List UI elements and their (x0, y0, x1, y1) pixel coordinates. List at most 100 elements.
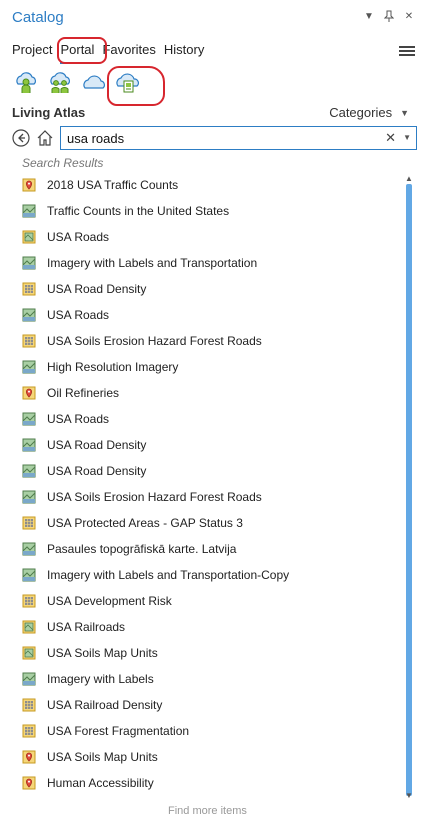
list-item-label: USA Road Density (47, 438, 147, 452)
home-icon[interactable] (36, 129, 54, 147)
catalog-tabs: Project Portal Favorites History (12, 42, 204, 64)
catalog-menu-icon[interactable] (399, 44, 415, 58)
list-item-label: USA Development Risk (47, 594, 172, 608)
my-groups-icon[interactable] (47, 70, 73, 96)
all-portal-icon[interactable] (81, 70, 107, 96)
list-item-label: High Resolution Imagery (47, 360, 179, 374)
list-item-label: USA Roads (47, 308, 110, 322)
list-item-label: 2018 USA Traffic Counts (47, 178, 179, 192)
list-item-label: Imagery with Labels and Transportation (47, 256, 258, 270)
web-map-icon (22, 308, 36, 322)
list-item-label: USA Roads (47, 230, 110, 244)
list-item[interactable]: USA Development Risk (22, 588, 172, 614)
tab-project[interactable]: Project (12, 42, 52, 64)
layer-package-icon (22, 386, 36, 400)
list-item[interactable]: USA Forest Fragmentation (22, 718, 189, 744)
scroll-down-icon[interactable]: ▼ (405, 791, 413, 800)
list-item[interactable]: USA Soils Map Units (22, 744, 158, 770)
panel-title: Catalog (12, 9, 64, 26)
list-item[interactable]: USA Road Density (22, 276, 146, 302)
list-item-label: Human Accessibility (47, 776, 154, 790)
list-item[interactable]: USA Road Density (22, 432, 146, 458)
list-item[interactable]: USA Roads (22, 302, 109, 328)
list-item-label: USA Forest Fragmentation (47, 724, 190, 738)
list-item-label: USA Road Density (47, 282, 147, 296)
list-item-label: USA Roads (47, 412, 110, 426)
tile-layer-icon (22, 334, 36, 348)
clear-search-icon[interactable]: ✕ (385, 130, 396, 146)
scroll-thumb[interactable] (406, 184, 412, 796)
layer-package-icon (22, 178, 36, 192)
tile-layer-icon (22, 724, 36, 738)
list-item-label: USA Soils Erosion Hazard Forest Roads (47, 490, 262, 504)
web-map-icon (22, 438, 36, 452)
list-item[interactable]: Imagery with Labels and Transportation-C… (22, 562, 289, 588)
map-image-layer-icon (22, 620, 36, 634)
web-map-icon (22, 464, 36, 478)
tile-layer-icon (22, 282, 36, 296)
scroll-up-icon[interactable]: ▲ (405, 174, 413, 183)
living-atlas-label: Living Atlas (12, 105, 86, 120)
close-icon[interactable]: ✕ (403, 9, 415, 23)
list-item-label: Pasaules topogrāfiskā karte. Latvija (47, 542, 237, 556)
list-item[interactable]: USA Road Density (22, 458, 146, 484)
search-input[interactable] (67, 130, 367, 146)
list-item[interactable]: USA Railroads (22, 614, 125, 640)
living-atlas-annotation (107, 66, 165, 106)
web-map-icon (22, 672, 36, 686)
map-image-layer-icon (22, 646, 36, 660)
portal-tab-annotation (57, 37, 107, 64)
web-map-icon (22, 256, 36, 270)
list-item[interactable]: Human Accessibility (22, 770, 154, 792)
panel-menu-caret-icon[interactable]: ▼ (363, 9, 375, 23)
my-content-icon[interactable] (13, 70, 39, 96)
back-icon[interactable] (12, 129, 30, 147)
list-item[interactable]: Traffic Counts in the United States (22, 198, 229, 224)
results-scrollbar[interactable]: ▲ ▼ (403, 172, 415, 800)
list-item[interactable]: Imagery with Labels (22, 666, 154, 692)
tile-layer-icon (22, 698, 36, 712)
list-item-label: USA Soils Map Units (47, 750, 158, 764)
list-item[interactable]: USA Roads (22, 406, 109, 432)
list-item[interactable]: Oil Refineries (22, 380, 119, 406)
web-map-icon (22, 412, 36, 426)
pin-icon[interactable] (383, 9, 395, 23)
tile-layer-icon (22, 594, 36, 608)
list-item[interactable]: Pasaules topogrāfiskā karte. Latvija (22, 536, 236, 562)
web-map-icon (22, 490, 36, 504)
tab-favorites[interactable]: Favorites (102, 42, 155, 64)
list-item-label: Oil Refineries (47, 386, 120, 400)
map-image-layer-icon (22, 230, 36, 244)
list-item-label: Traffic Counts in the United States (47, 204, 230, 218)
list-item-label: USA Soils Map Units (47, 646, 158, 660)
web-map-icon (22, 204, 36, 218)
chevron-down-icon: ▼ (400, 107, 409, 118)
list-item[interactable]: High Resolution Imagery (22, 354, 178, 380)
list-item[interactable]: USA Soils Erosion Hazard Forest Roads (22, 328, 262, 354)
panel-titlebar: Catalog ▼ ✕ (0, 0, 425, 34)
list-item-label: USA Protected Areas - GAP Status 3 (47, 516, 243, 530)
categories-label: Categories (329, 105, 393, 120)
list-item[interactable]: USA Railroad Density (22, 692, 162, 718)
tab-history[interactable]: History (164, 42, 204, 64)
panel-controls: ▼ ✕ (363, 9, 415, 23)
results-list: 2018 USA Traffic Counts Traffic Counts in… (0, 172, 405, 792)
tile-layer-icon (22, 516, 36, 530)
layer-package-icon (22, 750, 36, 764)
list-item[interactable]: USA Soils Erosion Hazard Forest Roads (22, 484, 262, 510)
list-item[interactable]: Imagery with Labels and Transportation (22, 250, 257, 276)
search-options-chevron-icon[interactable]: ▼ (403, 133, 411, 142)
list-item[interactable]: USA Protected Areas - GAP Status 3 (22, 510, 243, 536)
list-item[interactable]: 2018 USA Traffic Counts (22, 172, 178, 198)
list-item[interactable]: USA Roads (22, 224, 109, 250)
layer-package-icon (22, 776, 36, 790)
web-map-icon (22, 542, 36, 556)
list-item-label: USA Railroad Density (47, 698, 163, 712)
find-more-link[interactable]: Find more items (168, 805, 247, 814)
list-item-label: Imagery with Labels and Transportation-C… (47, 568, 290, 582)
categories-dropdown[interactable]: Categories ▼ (329, 105, 409, 120)
list-item-label: USA Road Density (47, 464, 147, 478)
web-map-icon (22, 360, 36, 374)
search-field[interactable]: ✕ ▼ (60, 126, 417, 150)
list-item[interactable]: USA Soils Map Units (22, 640, 158, 666)
